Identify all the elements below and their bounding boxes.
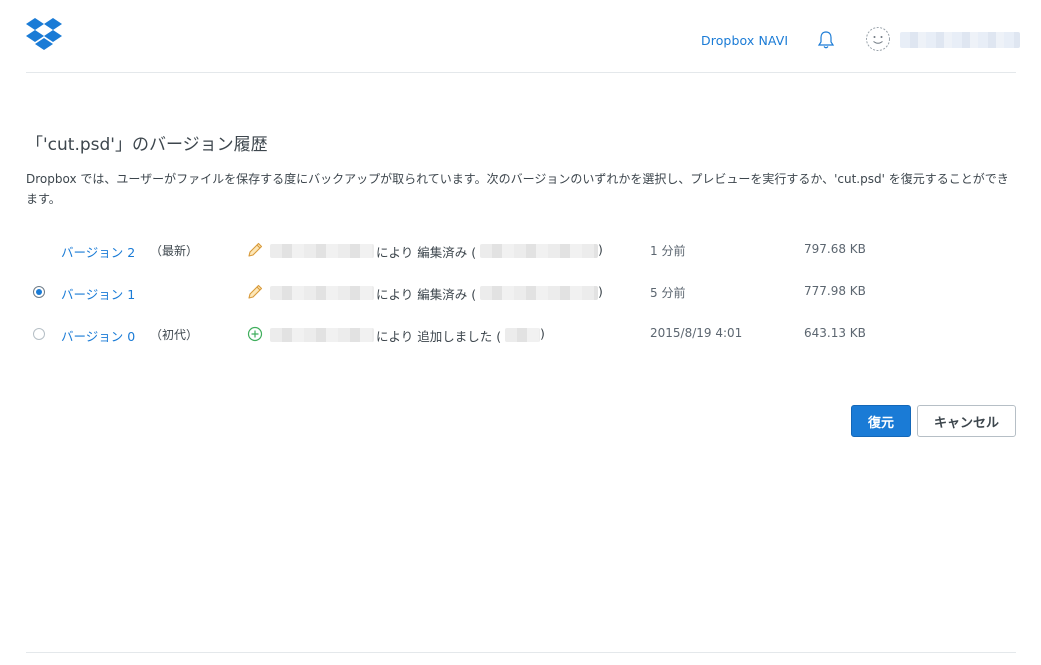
footer-divider xyxy=(26,652,1016,653)
version-action: により 編集済み ( xyxy=(376,245,477,260)
version-action-close: ) xyxy=(598,242,603,257)
version-tag: （初代） xyxy=(150,328,199,342)
version-size: 797.68 KB xyxy=(804,242,866,256)
cancel-button[interactable]: キャンセル xyxy=(917,405,1016,437)
page-description: Dropbox では、ユーザーがファイルを保存する度にバックアップが取られていま… xyxy=(26,172,1009,206)
version-action: により 編集済み ( xyxy=(376,287,477,302)
version-size: 643.13 KB xyxy=(804,326,866,340)
editor-name-redacted xyxy=(270,244,374,258)
avatar-icon[interactable] xyxy=(865,26,891,52)
version-row[interactable]: バージョン 2 （最新） により 編集済み ( ) 1 分前 797.68 KB xyxy=(0,239,1041,263)
version-size: 777.98 KB xyxy=(804,284,866,298)
dropbox-logo-icon[interactable] xyxy=(26,18,62,52)
device-name-redacted xyxy=(480,286,598,300)
version-row[interactable]: バージョン 0 （初代） により 追加しました ( ) 2015/8/19 4:… xyxy=(0,323,1041,347)
version-time: 2015/8/19 4:01 xyxy=(650,326,743,340)
device-name-redacted xyxy=(480,244,598,258)
version-time: 1 分前 xyxy=(650,244,686,258)
top-bar: Dropbox NAVI xyxy=(0,0,1041,73)
version-link[interactable]: バージョン 0 xyxy=(61,326,135,345)
version-link[interactable]: バージョン 1 xyxy=(61,284,135,303)
add-circle-icon xyxy=(247,326,263,342)
pencil-icon xyxy=(248,242,263,257)
header-divider xyxy=(26,72,1016,73)
restore-button[interactable]: 復元 xyxy=(851,405,911,437)
bell-icon[interactable] xyxy=(817,30,835,50)
version-link[interactable]: バージョン 2 xyxy=(61,242,135,261)
version-action-close: ) xyxy=(598,284,603,299)
editor-name-redacted xyxy=(270,286,374,300)
version-radio[interactable] xyxy=(33,286,45,298)
pencil-icon xyxy=(248,284,263,299)
user-name-redacted[interactable] xyxy=(900,32,1020,48)
editor-name-redacted xyxy=(270,328,374,342)
device-name-redacted xyxy=(505,328,540,342)
dropbox-navi-link[interactable]: Dropbox NAVI xyxy=(701,33,788,48)
version-action: により 追加しました ( xyxy=(376,329,502,344)
page-title: 「'cut.psd'」のバージョン履歴 xyxy=(26,135,268,155)
version-radio[interactable] xyxy=(33,328,45,340)
version-time: 5 分前 xyxy=(650,286,686,300)
version-tag: （最新） xyxy=(150,244,199,258)
version-row[interactable]: バージョン 1 により 編集済み ( ) 5 分前 777.98 KB xyxy=(0,281,1041,305)
version-action-close: ) xyxy=(540,326,545,341)
